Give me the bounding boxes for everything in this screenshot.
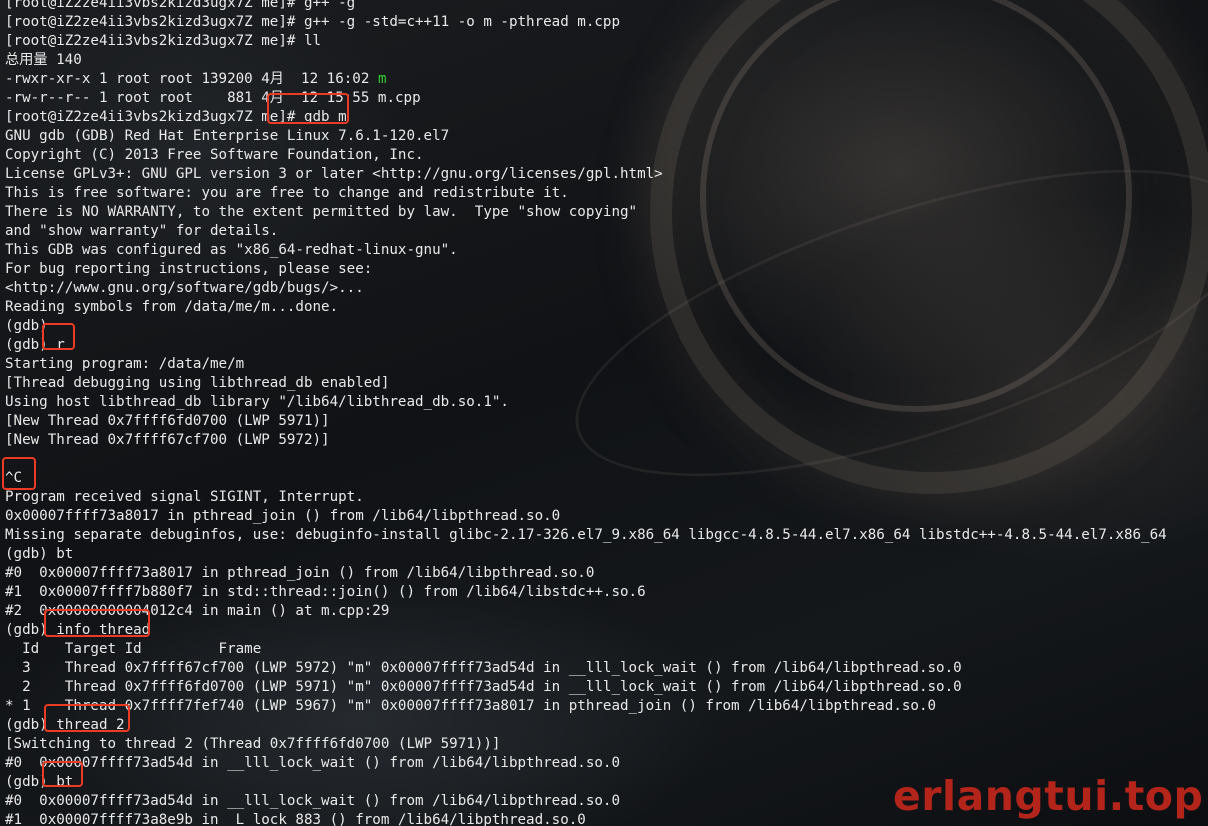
highlight-gdb-m-command <box>267 93 349 124</box>
terminal-line: #1 0x00007ffff7b880f7 in std::thread::jo… <box>5 584 646 600</box>
terminal-line: 0x00007ffff73a8017 in pthread_join () fr… <box>5 508 561 524</box>
terminal-line: License GPLv3+: GNU GPL version 3 or lat… <box>5 166 663 182</box>
terminal-line: [Switching to thread 2 (Thread 0x7ffff6f… <box>5 736 501 752</box>
terminal-line: Id Target Id Frame <box>5 641 262 657</box>
watermark: erlangtui.top <box>893 772 1204 820</box>
terminal-window[interactable]: [root@iZ2ze4ii3vbs2kizd3ugx7Z me]# g++ -… <box>0 0 1208 826</box>
highlight-info-thread-command <box>44 609 150 637</box>
terminal-line: -rwxr-xr-x 1 root root 139200 4月 12 16:0… <box>5 70 1167 89</box>
executable-file-name: m <box>377 71 387 87</box>
terminal-line: ^C <box>5 470 23 486</box>
terminal-line: 3 Thread 0x7ffff67cf700 (LWP 5972) "m" 0… <box>5 660 962 676</box>
terminal-line: [root@iZ2ze4ii3vbs2kizd3ugx7Z me]# g++ -… <box>5 0 356 11</box>
file-listing-text: -rwxr-xr-x 1 root root 139200 4月 12 16:0… <box>5 71 378 87</box>
terminal-line: 总用量 140 <box>5 52 82 68</box>
terminal-line: (gdb) bt <box>5 546 74 562</box>
terminal-line: Starting program: /data/me/m <box>5 356 245 372</box>
terminal-line: [root@iZ2ze4ii3vbs2kizd3ugx7Z me]# g++ -… <box>5 14 620 30</box>
highlight-thread-2-command <box>44 704 130 732</box>
terminal-line: * 1 Thread 0x7ffff7fef740 (LWP 5967) "m"… <box>5 698 937 714</box>
highlight-run-command <box>42 323 75 350</box>
terminal-line: Missing separate debuginfos, use: debugi… <box>5 527 1167 543</box>
terminal-output: [root@iZ2ze4ii3vbs2kizd3ugx7Z me]# g++ -… <box>5 0 1167 826</box>
terminal-line: There is NO WARRANTY, to the extent perm… <box>5 204 638 220</box>
terminal-line: and "show warranty" for details. <box>5 223 279 239</box>
terminal-line: [New Thread 0x7ffff67cf700 (LWP 5972)] <box>5 432 330 448</box>
terminal-line: #2 0x00000000004012c4 in main () at m.cp… <box>5 603 390 619</box>
terminal-line: #0 0x00007ffff73a8017 in pthread_join ()… <box>5 565 595 581</box>
terminal-line: [root@iZ2ze4ii3vbs2kizd3ugx7Z me]# ll <box>5 33 322 49</box>
terminal-line: (gdb) r <box>5 337 65 353</box>
terminal-line: (gdb) <box>5 318 48 334</box>
terminal-line: GNU gdb (GDB) Red Hat Enterprise Linux 7… <box>5 128 450 144</box>
terminal-line: Copyright (C) 2013 Free Software Foundat… <box>5 147 424 163</box>
terminal-line: Using host libthread_db library "/lib64/… <box>5 394 509 410</box>
terminal-line: Program received signal SIGINT, Interrup… <box>5 489 364 505</box>
terminal-line: 2 Thread 0x7ffff6fd0700 (LWP 5971) "m" 0… <box>5 679 962 695</box>
terminal-line: [New Thread 0x7ffff6fd0700 (LWP 5971)] <box>5 413 330 429</box>
terminal-line: <http://www.gnu.org/software/gdb/bugs/>.… <box>5 280 364 296</box>
terminal-line: This is free software: you are free to c… <box>5 185 569 201</box>
terminal-line: (gdb) thread 2 <box>5 717 125 733</box>
highlight-ctrl-c-interrupt <box>2 457 36 490</box>
terminal-line: This GDB was configured as "x86_64-redha… <box>5 242 458 258</box>
terminal-line: -rw-r--r-- 1 root root 881 4月 12 15:55 m… <box>5 90 421 106</box>
terminal-line: Reading symbols from /data/me/m...done. <box>5 299 339 315</box>
terminal-line: [root@iZ2ze4ii3vbs2kizd3ugx7Z me]# gdb m <box>5 109 347 125</box>
highlight-bt-command <box>42 761 83 787</box>
terminal-line: [Thread debugging using libthread_db ena… <box>5 375 390 391</box>
terminal-line: For bug reporting instructions, please s… <box>5 261 373 277</box>
terminal-line: (gdb) info thread <box>5 622 151 638</box>
